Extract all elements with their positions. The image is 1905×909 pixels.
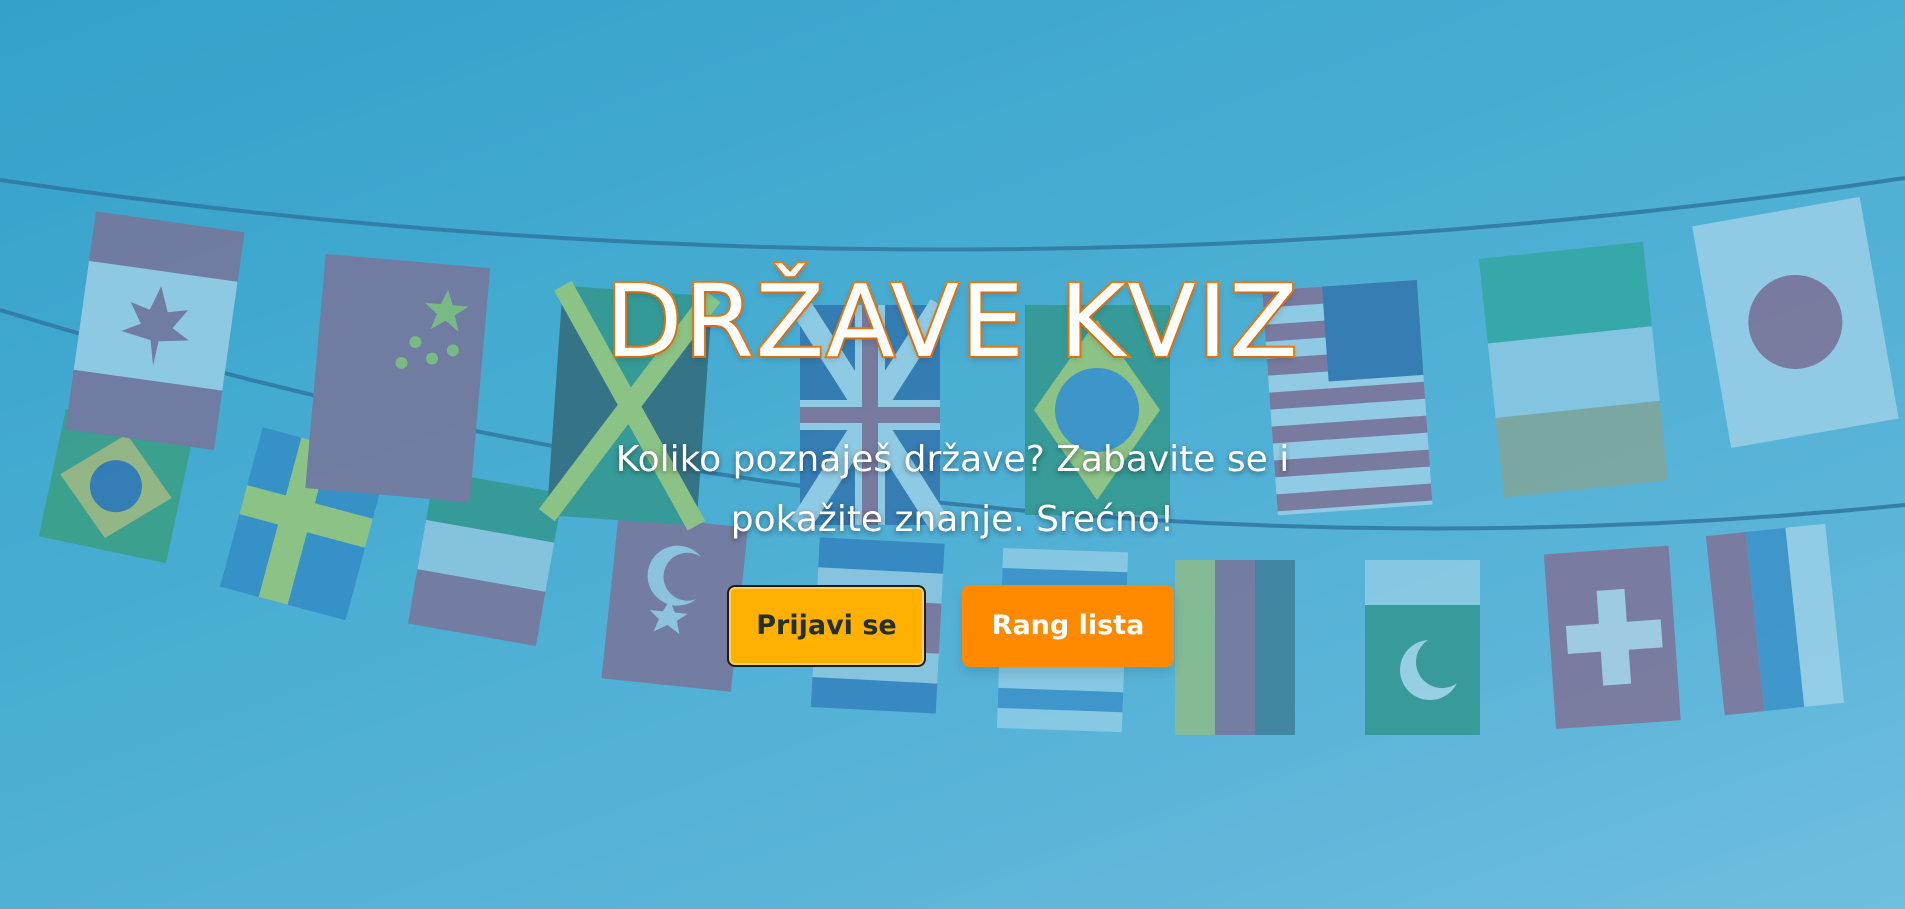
ranking-button[interactable]: Rang lista [962,585,1174,667]
hero-section: DRŽAVE KVIZ Koliko poznaješ države? Zaba… [0,0,1905,909]
page-title: DRŽAVE KVIZ [603,261,1300,382]
landing-page: DRŽAVE KVIZ Koliko poznaješ države? Zaba… [0,0,1905,909]
page-subtitle: Koliko poznaješ države? Zabavite se i po… [615,439,1290,540]
login-button[interactable]: Prijavi se [727,585,926,667]
